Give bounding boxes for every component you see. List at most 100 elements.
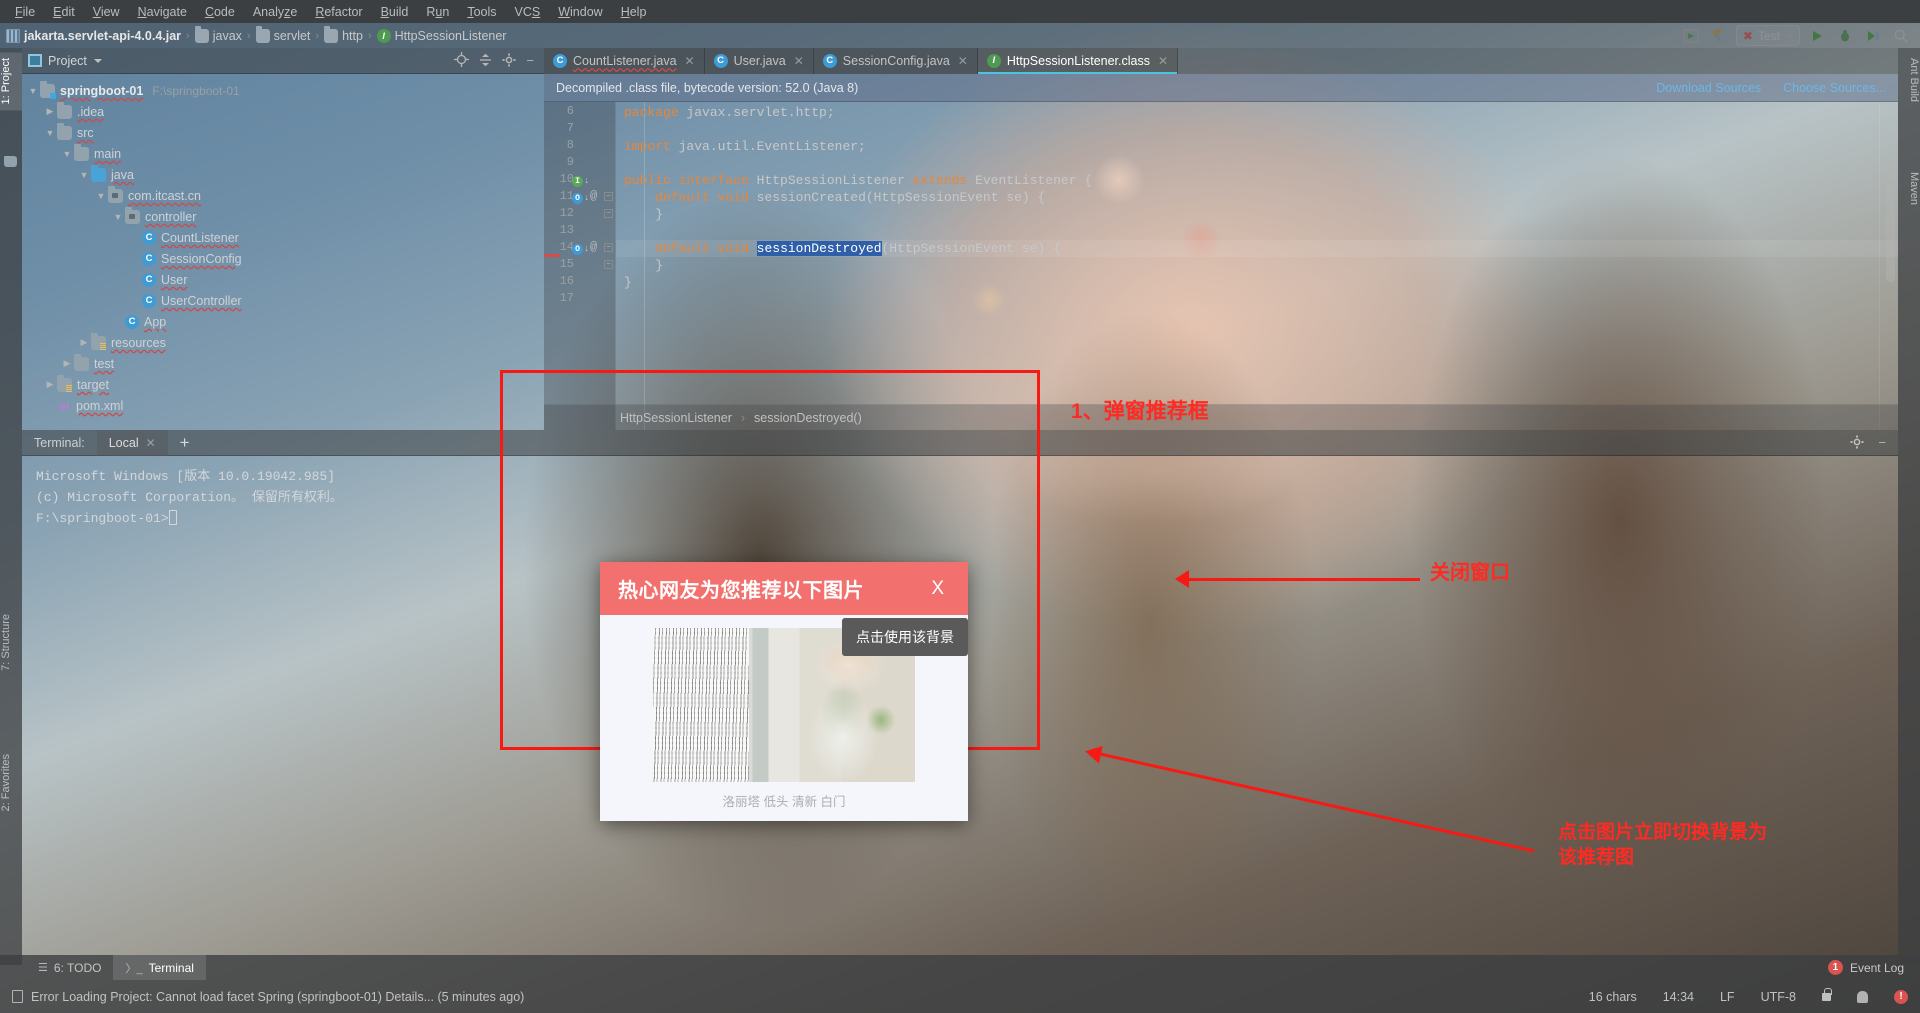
menu-item-file[interactable]: File <box>6 3 44 21</box>
close-icon[interactable]: ✕ <box>685 54 695 68</box>
code-fold-icon[interactable]: − <box>604 192 613 201</box>
menu-item-code[interactable]: Code <box>196 3 244 21</box>
code-line[interactable] <box>616 121 1898 138</box>
close-icon[interactable]: X <box>925 579 950 598</box>
code-fold-icon[interactable]: − <box>604 260 613 269</box>
menu-item-window[interactable]: Window <box>549 3 611 21</box>
gutter-line[interactable]: 10 I ↓ <box>544 172 616 189</box>
chevron-right-icon[interactable]: ▶ <box>43 379 57 390</box>
tree-node-main[interactable]: ▼ main <box>26 143 544 164</box>
collapse-all-icon[interactable] <box>479 53 492 69</box>
tree-node-countlistener[interactable]: C CountListener <box>26 227 544 248</box>
implemented-blue-icon[interactable]: O ↓ <box>572 241 589 255</box>
implemented-green-icon[interactable]: I ↓ <box>572 173 589 187</box>
menu-item-navigate[interactable]: Navigate <box>129 3 196 21</box>
tree-node-com-itcast-cn[interactable]: ▼ com.itcast.cn <box>26 185 544 206</box>
choose-sources-link[interactable]: Choose Sources... <box>1783 81 1886 95</box>
settings-gear-icon[interactable] <box>502 53 516 69</box>
close-icon[interactable]: ✕ <box>794 54 804 68</box>
menu-item-refactor[interactable]: Refactor <box>306 3 371 21</box>
tree-node-target[interactable]: ▶ target <box>26 374 544 395</box>
breadcrumb-jar[interactable]: jakarta.servlet-api-4.0.4.jar › <box>6 28 195 43</box>
code-fold-icon[interactable]: − <box>604 209 613 218</box>
code-line[interactable]: default void sessionDestroyed(HttpSessio… <box>616 240 1898 257</box>
settings-gear-icon[interactable] <box>1850 435 1864 451</box>
menu-item-build[interactable]: Build <box>372 3 418 21</box>
chevron-down-icon[interactable]: ▼ <box>77 170 91 180</box>
tree-node-sessionconfig[interactable]: C SessionConfig <box>26 248 544 269</box>
tree-node-test[interactable]: ▶ test <box>26 353 544 374</box>
tree-node-resources[interactable]: ▶ resources <box>26 332 544 353</box>
chevron-down-icon[interactable] <box>93 58 102 63</box>
menu-item-help[interactable]: Help <box>612 3 656 21</box>
chevron-down-icon[interactable]: ▼ <box>94 191 108 201</box>
chevron-right-icon[interactable]: ▶ <box>77 337 91 348</box>
code-line[interactable] <box>616 223 1898 240</box>
code-line[interactable]: public interface HttpSessionListener ext… <box>616 172 1898 189</box>
tree-node-springboot-01[interactable]: ▼ springboot-01 F:\springboot-01 <box>26 80 544 101</box>
locate-icon[interactable] <box>454 52 470 69</box>
sidebar-item-ant-build[interactable]: Ant Build <box>1898 52 1920 108</box>
tab-user-java[interactable]: C User.java ✕ <box>704 48 814 74</box>
code-line[interactable]: } <box>616 274 1898 291</box>
implemented-blue-icon[interactable]: O ↓ <box>572 190 589 204</box>
download-sources-link[interactable]: Download Sources <box>1656 81 1761 95</box>
menu-item-tools[interactable]: Tools <box>458 3 505 21</box>
bottom-tab-terminal[interactable]: 〉_ Terminal <box>113 955 206 980</box>
tree-node-src[interactable]: ▼ src <box>26 122 544 143</box>
menu-item-edit[interactable]: Edit <box>44 3 84 21</box>
menu-item-run[interactable]: Run <box>417 3 458 21</box>
tree-node-java[interactable]: ▼ java <box>26 164 544 185</box>
tab-sessionconfig-java[interactable]: C SessionConfig.java ✕ <box>813 48 978 74</box>
tab-countlistener-java[interactable]: C CountListener.java ✕ <box>544 48 705 74</box>
event-log-button[interactable]: 1 Event Log <box>1827 960 1920 975</box>
gutter-line[interactable]: 11 O ↓ @ − <box>544 189 616 206</box>
breadcrumb-http[interactable]: http › <box>324 25 377 43</box>
code-line[interactable] <box>616 291 1898 308</box>
code-line[interactable]: } <box>616 206 1898 223</box>
chevron-down-icon[interactable]: ▼ <box>111 212 125 222</box>
tree-node-usercontroller[interactable]: C UserController <box>26 290 544 311</box>
chevron-down-icon[interactable]: ▼ <box>43 128 57 138</box>
breadcrumb-javax[interactable]: javax › <box>194 25 256 43</box>
menu-item-vcs[interactable]: VCS <box>506 3 550 21</box>
sidebar-item-maven[interactable]: Maven <box>1898 166 1920 211</box>
close-icon[interactable]: ✕ <box>958 54 968 68</box>
gutter-line[interactable]: 15 − <box>544 257 616 274</box>
warning-icon[interactable]: ! <box>1894 989 1908 1004</box>
sidebar-item-project[interactable]: 1: Project <box>0 52 22 111</box>
tab-httpsessionlistener-class[interactable]: I HttpSessionListener.class ✕ <box>977 48 1179 74</box>
tree-node--idea[interactable]: ▶ .idea <box>26 101 544 122</box>
tree-node-user[interactable]: C User <box>26 269 544 290</box>
gutter-line[interactable]: 6 <box>544 104 616 121</box>
menu-item-analyze[interactable]: Analyze <box>244 3 306 21</box>
recommendation-popup[interactable]: 热心网友为您推荐以下图片 X 点击使用该背景 洛丽塔 低头 清新 白门 <box>600 562 968 821</box>
code-line[interactable] <box>616 155 1898 172</box>
gutter-line[interactable]: 7 <box>544 121 616 138</box>
close-icon[interactable]: ✕ <box>1158 54 1168 68</box>
terminal-tab-local[interactable]: Local ✕ <box>96 429 168 456</box>
hide-panel-icon[interactable]: − <box>1878 436 1886 449</box>
tree-node-pom-xml[interactable]: m pom.xml <box>26 395 544 416</box>
tree-node-app[interactable]: C App <box>26 311 544 332</box>
close-icon[interactable]: ✕ <box>146 436 156 450</box>
hide-panel-icon[interactable]: − <box>526 54 534 67</box>
status-message[interactable]: Error Loading Project: Cannot load facet… <box>31 990 524 1004</box>
code-line[interactable]: package javax.servlet.http; <box>616 104 1898 121</box>
breadcrumb-httpsessionlistener[interactable]: I HttpSessionListener <box>376 28 506 43</box>
editor-scrollbar[interactable] <box>1886 162 1895 282</box>
gutter-line[interactable]: 12 − <box>544 206 616 223</box>
code-fold-icon[interactable]: − <box>604 243 613 252</box>
tree-node-controller[interactable]: ▼ controller <box>26 206 544 227</box>
chevron-down-icon[interactable]: ▼ <box>26 86 40 96</box>
code-line[interactable]: import java.util.EventListener; <box>616 138 1898 155</box>
person-icon[interactable] <box>1857 990 1868 1003</box>
gutter-line[interactable]: 13 <box>544 223 616 240</box>
chevron-right-icon[interactable]: ▶ <box>43 106 57 117</box>
new-terminal-tab-button[interactable]: + <box>168 434 202 451</box>
breadcrumb-servlet[interactable]: servlet › <box>255 25 325 43</box>
sidebar-item-structure[interactable]: 7: Structure <box>0 608 22 677</box>
gutter-line[interactable]: 8 <box>544 138 616 155</box>
sidebar-item-favorites[interactable]: 2: Favorites <box>0 748 22 817</box>
gutter-line[interactable]: 9 <box>544 155 616 172</box>
